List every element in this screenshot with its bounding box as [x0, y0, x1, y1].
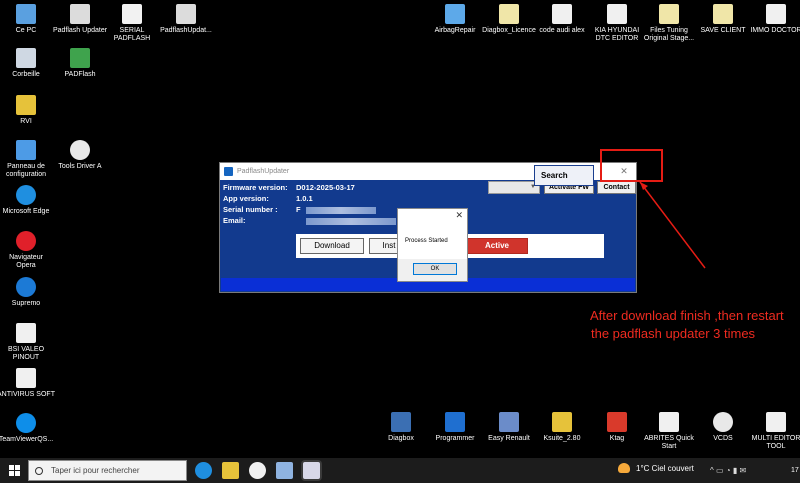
desktop-icon-multi-editor[interactable]: MULTI EDITOR TOOL — [743, 412, 800, 451]
padflash-icon — [70, 48, 90, 68]
ktag-icon — [607, 412, 627, 432]
document-icon — [607, 4, 627, 24]
annotation-line-1: After download finish ,then restart — [590, 308, 784, 323]
diagbox-icon — [391, 412, 411, 432]
annotation-highlight-box — [600, 149, 663, 182]
weather-text: 1°C Ciel couvert — [636, 463, 694, 473]
document-icon — [552, 4, 572, 24]
weather-icon — [618, 463, 630, 473]
dialog-close-button[interactable]: ✕ — [455, 210, 463, 221]
edge-icon — [16, 185, 36, 205]
email-redaction — [306, 218, 396, 225]
folder-icon — [659, 4, 679, 24]
folder-icon — [713, 4, 733, 24]
system-tray-icons[interactable]: ^ ▭ ◔ ▮ ✉ — [710, 466, 746, 475]
search-icon — [35, 466, 43, 475]
process-started-dialog: ✕ Process Started OK — [397, 208, 468, 282]
desktop-icon-teamviewer[interactable]: TeamViewerQS... — [0, 413, 59, 444]
firmware-dropdown[interactable]: ▼ — [488, 181, 540, 194]
dialog-message: Process Started — [405, 238, 448, 244]
taskbar-padflash-updater-icon[interactable] — [303, 462, 320, 479]
computer-icon — [16, 4, 36, 24]
serial-redaction — [306, 207, 376, 214]
app-version-value: 1.0.1 — [296, 194, 313, 203]
abrites-icon — [659, 412, 679, 432]
taskbar-search-box[interactable]: Taper ici pour rechercher — [28, 460, 187, 481]
firmware-label: Firmware version: — [223, 183, 288, 192]
desktop-icon-rvi[interactable]: RVI — [0, 95, 59, 126]
document-icon — [766, 4, 786, 24]
document-icon — [122, 4, 142, 24]
ok-button[interactable]: OK — [413, 263, 457, 275]
desktop-icon-opera[interactable]: Navigateur Opera — [0, 231, 59, 270]
desktop-icon-padflashupdat[interactable]: PadflashUpdat... — [153, 4, 219, 35]
desktop-icon-supremo[interactable]: Supremo — [0, 277, 59, 308]
supremo-icon — [16, 277, 36, 297]
opera-icon — [16, 231, 36, 251]
weather-widget[interactable]: 1°C Ciel couvert — [618, 463, 694, 473]
taskbar-edge-icon[interactable] — [195, 462, 212, 479]
active-button[interactable]: Active — [466, 238, 528, 254]
folder-icon — [16, 95, 36, 115]
contact-button[interactable]: Contact — [597, 181, 636, 194]
desktop-icon-bsi-valeo[interactable]: BSI VALEO PINOUT — [0, 323, 59, 362]
recycle-bin-icon — [16, 48, 36, 68]
app-version-label: App version: — [223, 194, 269, 203]
taskbar-teamviewer-icon[interactable] — [249, 462, 266, 479]
ksuite-icon — [552, 412, 572, 432]
email-label: Email: — [223, 216, 246, 225]
car-icon — [499, 412, 519, 432]
taskbar-app-icon[interactable] — [276, 462, 293, 479]
control-panel-icon — [16, 140, 36, 160]
padflash-updater-icon — [176, 4, 196, 24]
taskbar: Taper ici pour rechercher 1°C Ciel couve… — [0, 458, 800, 483]
document-icon — [16, 323, 36, 343]
teamviewer-icon — [16, 413, 36, 433]
serial-number-value: F — [296, 205, 301, 214]
search-button[interactable]: Search — [534, 165, 594, 186]
document-icon — [766, 412, 786, 432]
annotation-line-2: the padflash updater 3 times — [591, 326, 756, 341]
download-button[interactable]: Download — [300, 238, 364, 254]
padflash-updater-icon — [70, 4, 90, 24]
document-icon — [499, 4, 519, 24]
desktop-icon-antivirus[interactable]: ANTIVIRUS SOFT — [0, 368, 59, 399]
windows-start-icon[interactable] — [9, 465, 20, 476]
programmer-icon — [445, 412, 465, 432]
clock[interactable]: 17 — [791, 467, 799, 474]
taskbar-explorer-icon[interactable] — [222, 462, 239, 479]
document-icon — [16, 368, 36, 388]
desktop-icon-padflash[interactable]: PADFlash — [47, 48, 113, 79]
window-title: PadflashUpdater — [237, 168, 290, 175]
firmware-value: D012-2025-03-17 — [296, 183, 355, 192]
desktop-icon-immo-doctor[interactable]: IMMO DOCTOR — [743, 4, 800, 35]
dialog-footer: OK — [398, 259, 467, 281]
airbag-icon — [445, 4, 465, 24]
desktop-icon-tools-driver[interactable]: Tools Driver A — [47, 140, 113, 171]
search-placeholder: Taper ici pour rechercher — [51, 466, 140, 475]
app-icon — [224, 167, 233, 176]
vcds-icon — [713, 412, 733, 432]
annotation-text: After download finish ,then restart the … — [590, 307, 784, 343]
desktop-icon-edge[interactable]: Microsoft Edge — [0, 185, 59, 216]
tools-driver-icon — [70, 140, 90, 160]
serial-number-label: Serial number : — [223, 205, 278, 214]
